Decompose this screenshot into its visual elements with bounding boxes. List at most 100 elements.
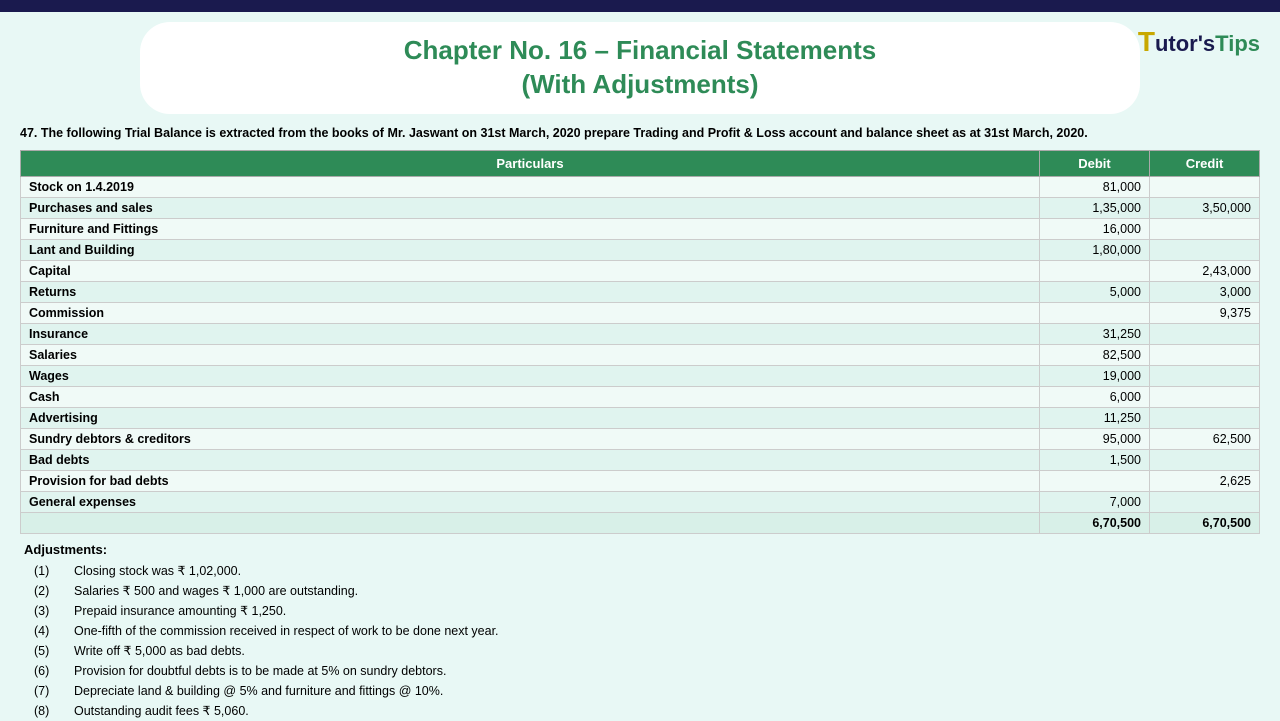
cell-particulars: Advertising xyxy=(21,408,1040,429)
cell-debit: 1,500 xyxy=(1040,450,1150,471)
table-header-row: Particulars Debit Credit xyxy=(21,151,1260,177)
adjustment-item: (4) One-fifth of the commission received… xyxy=(24,621,1256,641)
adjustment-item: (1) Closing stock was ₹ 1,02,000. xyxy=(24,561,1256,581)
total-row: 6,70,500 6,70,500 xyxy=(21,513,1260,534)
cell-particulars: Provision for bad debts xyxy=(21,471,1040,492)
adj-number: (7) xyxy=(24,681,74,701)
question-text: 47. The following Trial Balance is extra… xyxy=(20,124,1260,143)
table-row: Purchases and sales 1,35,000 3,50,000 xyxy=(21,198,1260,219)
title-line2: (With Adjustments) xyxy=(521,69,758,99)
table-row: Wages 19,000 xyxy=(21,366,1260,387)
cell-credit xyxy=(1150,366,1260,387)
cell-particulars: Lant and Building xyxy=(21,240,1040,261)
cell-debit xyxy=(1040,261,1150,282)
cell-credit xyxy=(1150,240,1260,261)
cell-particulars: Salaries xyxy=(21,345,1040,366)
adjustments-section: Adjustments: (1) Closing stock was ₹ 1,0… xyxy=(20,542,1260,721)
cell-particulars: Sundry debtors & creditors xyxy=(21,429,1040,450)
cell-particulars: Cash xyxy=(21,387,1040,408)
adjustment-item: (8) Outstanding audit fees ₹ 5,060. xyxy=(24,701,1256,721)
adj-number: (2) xyxy=(24,581,74,601)
adjustment-item: (6) Provision for doubtful debts is to b… xyxy=(24,661,1256,681)
logo-tutor-text: utor's xyxy=(1155,31,1215,56)
header-area: Chapter No. 16 – Financial Statements (W… xyxy=(0,12,1280,120)
cell-debit: 19,000 xyxy=(1040,366,1150,387)
adj-text: Prepaid insurance amounting ₹ 1,250. xyxy=(74,601,1256,621)
cell-debit: 82,500 xyxy=(1040,345,1150,366)
cell-debit: 95,000 xyxy=(1040,429,1150,450)
adjustments-title: Adjustments: xyxy=(24,542,1256,557)
adj-text: Outstanding audit fees ₹ 5,060. xyxy=(74,701,1256,721)
adjustment-item: (2) Salaries ₹ 500 and wages ₹ 1,000 are… xyxy=(24,581,1256,601)
cell-debit: 1,35,000 xyxy=(1040,198,1150,219)
cell-debit xyxy=(1040,471,1150,492)
cell-particulars: Bad debts xyxy=(21,450,1040,471)
table-row: Bad debts 1,500 xyxy=(21,450,1260,471)
cell-credit xyxy=(1150,450,1260,471)
col-credit: Credit xyxy=(1150,151,1260,177)
adj-number: (1) xyxy=(24,561,74,581)
cell-debit: 16,000 xyxy=(1040,219,1150,240)
cell-particulars: Stock on 1.4.2019 xyxy=(21,177,1040,198)
adj-text: One-fifth of the commission received in … xyxy=(74,621,1256,641)
cell-debit: 5,000 xyxy=(1040,282,1150,303)
top-bar xyxy=(0,0,1280,12)
cell-particulars: Insurance xyxy=(21,324,1040,345)
cell-credit: 2,625 xyxy=(1150,471,1260,492)
adj-number: (6) xyxy=(24,661,74,681)
cell-total-credit: 6,70,500 xyxy=(1150,513,1260,534)
cell-total-debit: 6,70,500 xyxy=(1040,513,1150,534)
cell-particulars: Purchases and sales xyxy=(21,198,1040,219)
table-row: Commission 9,375 xyxy=(21,303,1260,324)
cell-debit: 1,80,000 xyxy=(1040,240,1150,261)
cell-credit: 3,000 xyxy=(1150,282,1260,303)
table-row: Advertising 11,250 xyxy=(21,408,1260,429)
cell-credit: 2,43,000 xyxy=(1150,261,1260,282)
cell-particulars: Wages xyxy=(21,366,1040,387)
page-title: Chapter No. 16 – Financial Statements (W… xyxy=(200,34,1080,102)
cell-particulars: Furniture and Fittings xyxy=(21,219,1040,240)
adj-text: Salaries ₹ 500 and wages ₹ 1,000 are out… xyxy=(74,581,1256,601)
table-row: Insurance 31,250 xyxy=(21,324,1260,345)
cell-particulars: Commission xyxy=(21,303,1040,324)
cell-credit xyxy=(1150,345,1260,366)
table-row: General expenses 7,000 xyxy=(21,492,1260,513)
cell-credit: 62,500 xyxy=(1150,429,1260,450)
table-row: Capital 2,43,000 xyxy=(21,261,1260,282)
col-debit: Debit xyxy=(1040,151,1150,177)
trial-balance-table: Particulars Debit Credit Stock on 1.4.20… xyxy=(20,150,1260,534)
table-row: Stock on 1.4.2019 81,000 xyxy=(21,177,1260,198)
adjustments-list: (1) Closing stock was ₹ 1,02,000. (2) Sa… xyxy=(24,561,1256,721)
title-box: Chapter No. 16 – Financial Statements (W… xyxy=(140,22,1140,114)
cell-debit xyxy=(1040,303,1150,324)
cell-credit xyxy=(1150,324,1260,345)
cell-debit: 81,000 xyxy=(1040,177,1150,198)
cell-credit xyxy=(1150,219,1260,240)
adjustment-item: (3) Prepaid insurance amounting ₹ 1,250. xyxy=(24,601,1256,621)
adj-number: (4) xyxy=(24,621,74,641)
table-row: Cash 6,000 xyxy=(21,387,1260,408)
table-row: Sundry debtors & creditors 95,000 62,500 xyxy=(21,429,1260,450)
cell-credit xyxy=(1150,492,1260,513)
cell-debit: 31,250 xyxy=(1040,324,1150,345)
content-area: 47. The following Trial Balance is extra… xyxy=(0,120,1280,721)
cell-total-label xyxy=(21,513,1040,534)
cell-debit: 6,000 xyxy=(1040,387,1150,408)
cell-debit: 11,250 xyxy=(1040,408,1150,429)
cell-particulars: Capital xyxy=(21,261,1040,282)
adj-number: (8) xyxy=(24,701,74,721)
cell-credit xyxy=(1150,177,1260,198)
cell-particulars: General expenses xyxy=(21,492,1040,513)
logo: Tutor'sTips xyxy=(1138,26,1260,58)
cell-credit: 3,50,000 xyxy=(1150,198,1260,219)
cell-credit xyxy=(1150,408,1260,429)
adj-number: (5) xyxy=(24,641,74,661)
adjustment-item: (7) Depreciate land & building @ 5% and … xyxy=(24,681,1256,701)
cell-particulars: Returns xyxy=(21,282,1040,303)
table-row: Salaries 82,500 xyxy=(21,345,1260,366)
logo-t-letter: T xyxy=(1138,26,1155,57)
adj-text: Provision for doubtful debts is to be ma… xyxy=(74,661,1256,681)
logo-tips-text: Tips xyxy=(1215,31,1260,56)
cell-credit: 9,375 xyxy=(1150,303,1260,324)
table-row: Furniture and Fittings 16,000 xyxy=(21,219,1260,240)
